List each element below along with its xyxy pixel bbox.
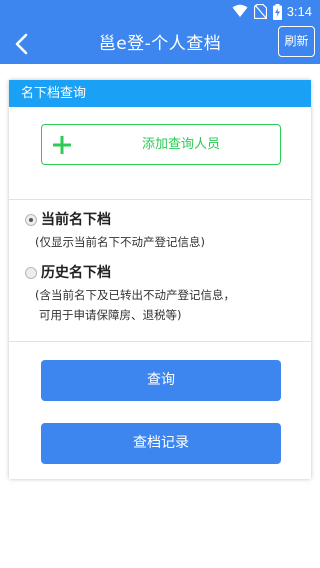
option-history-title[interactable]: 历史名下档 [41,264,111,282]
plus-icon [53,136,71,154]
divider [9,341,311,342]
radio-history-archive[interactable] [25,267,37,279]
app-bar: 邕e登-个人查档 刷新 [0,24,320,64]
card-header: 名下档查询 [9,80,311,107]
status-bar: 3:14 [0,0,320,24]
add-query-person-button[interactable]: 添加查询人员 [41,124,281,165]
battery-charging-icon [273,4,282,20]
clock: 3:14 [286,4,312,19]
option-current-title[interactable]: 当前名下档 [41,211,111,229]
radio-current-archive[interactable] [25,214,37,226]
query-records-button[interactable]: 查档记录 [41,423,281,464]
page-title: 邕e登-个人查档 [98,34,222,54]
refresh-button[interactable]: 刷新 [278,26,315,57]
option-history-desc-line1: (含当前名下及已转出不动产登记信息， [35,288,235,302]
query-button[interactable]: 查询 [41,360,281,401]
add-query-person-label: 添加查询人员 [141,137,220,152]
divider [9,199,311,200]
no-sim-icon [254,4,267,19]
wifi-icon [232,4,248,17]
query-card: 名下档查询 添加查询人员 当前名下档 (仅显示当前名下不动产登记信息) 历史名下… [9,80,311,479]
option-current-desc: (仅显示当前名下不动产登记信息) [35,235,205,249]
option-history-desc-line2: 可用于申请保障房、退税等) [39,308,182,322]
